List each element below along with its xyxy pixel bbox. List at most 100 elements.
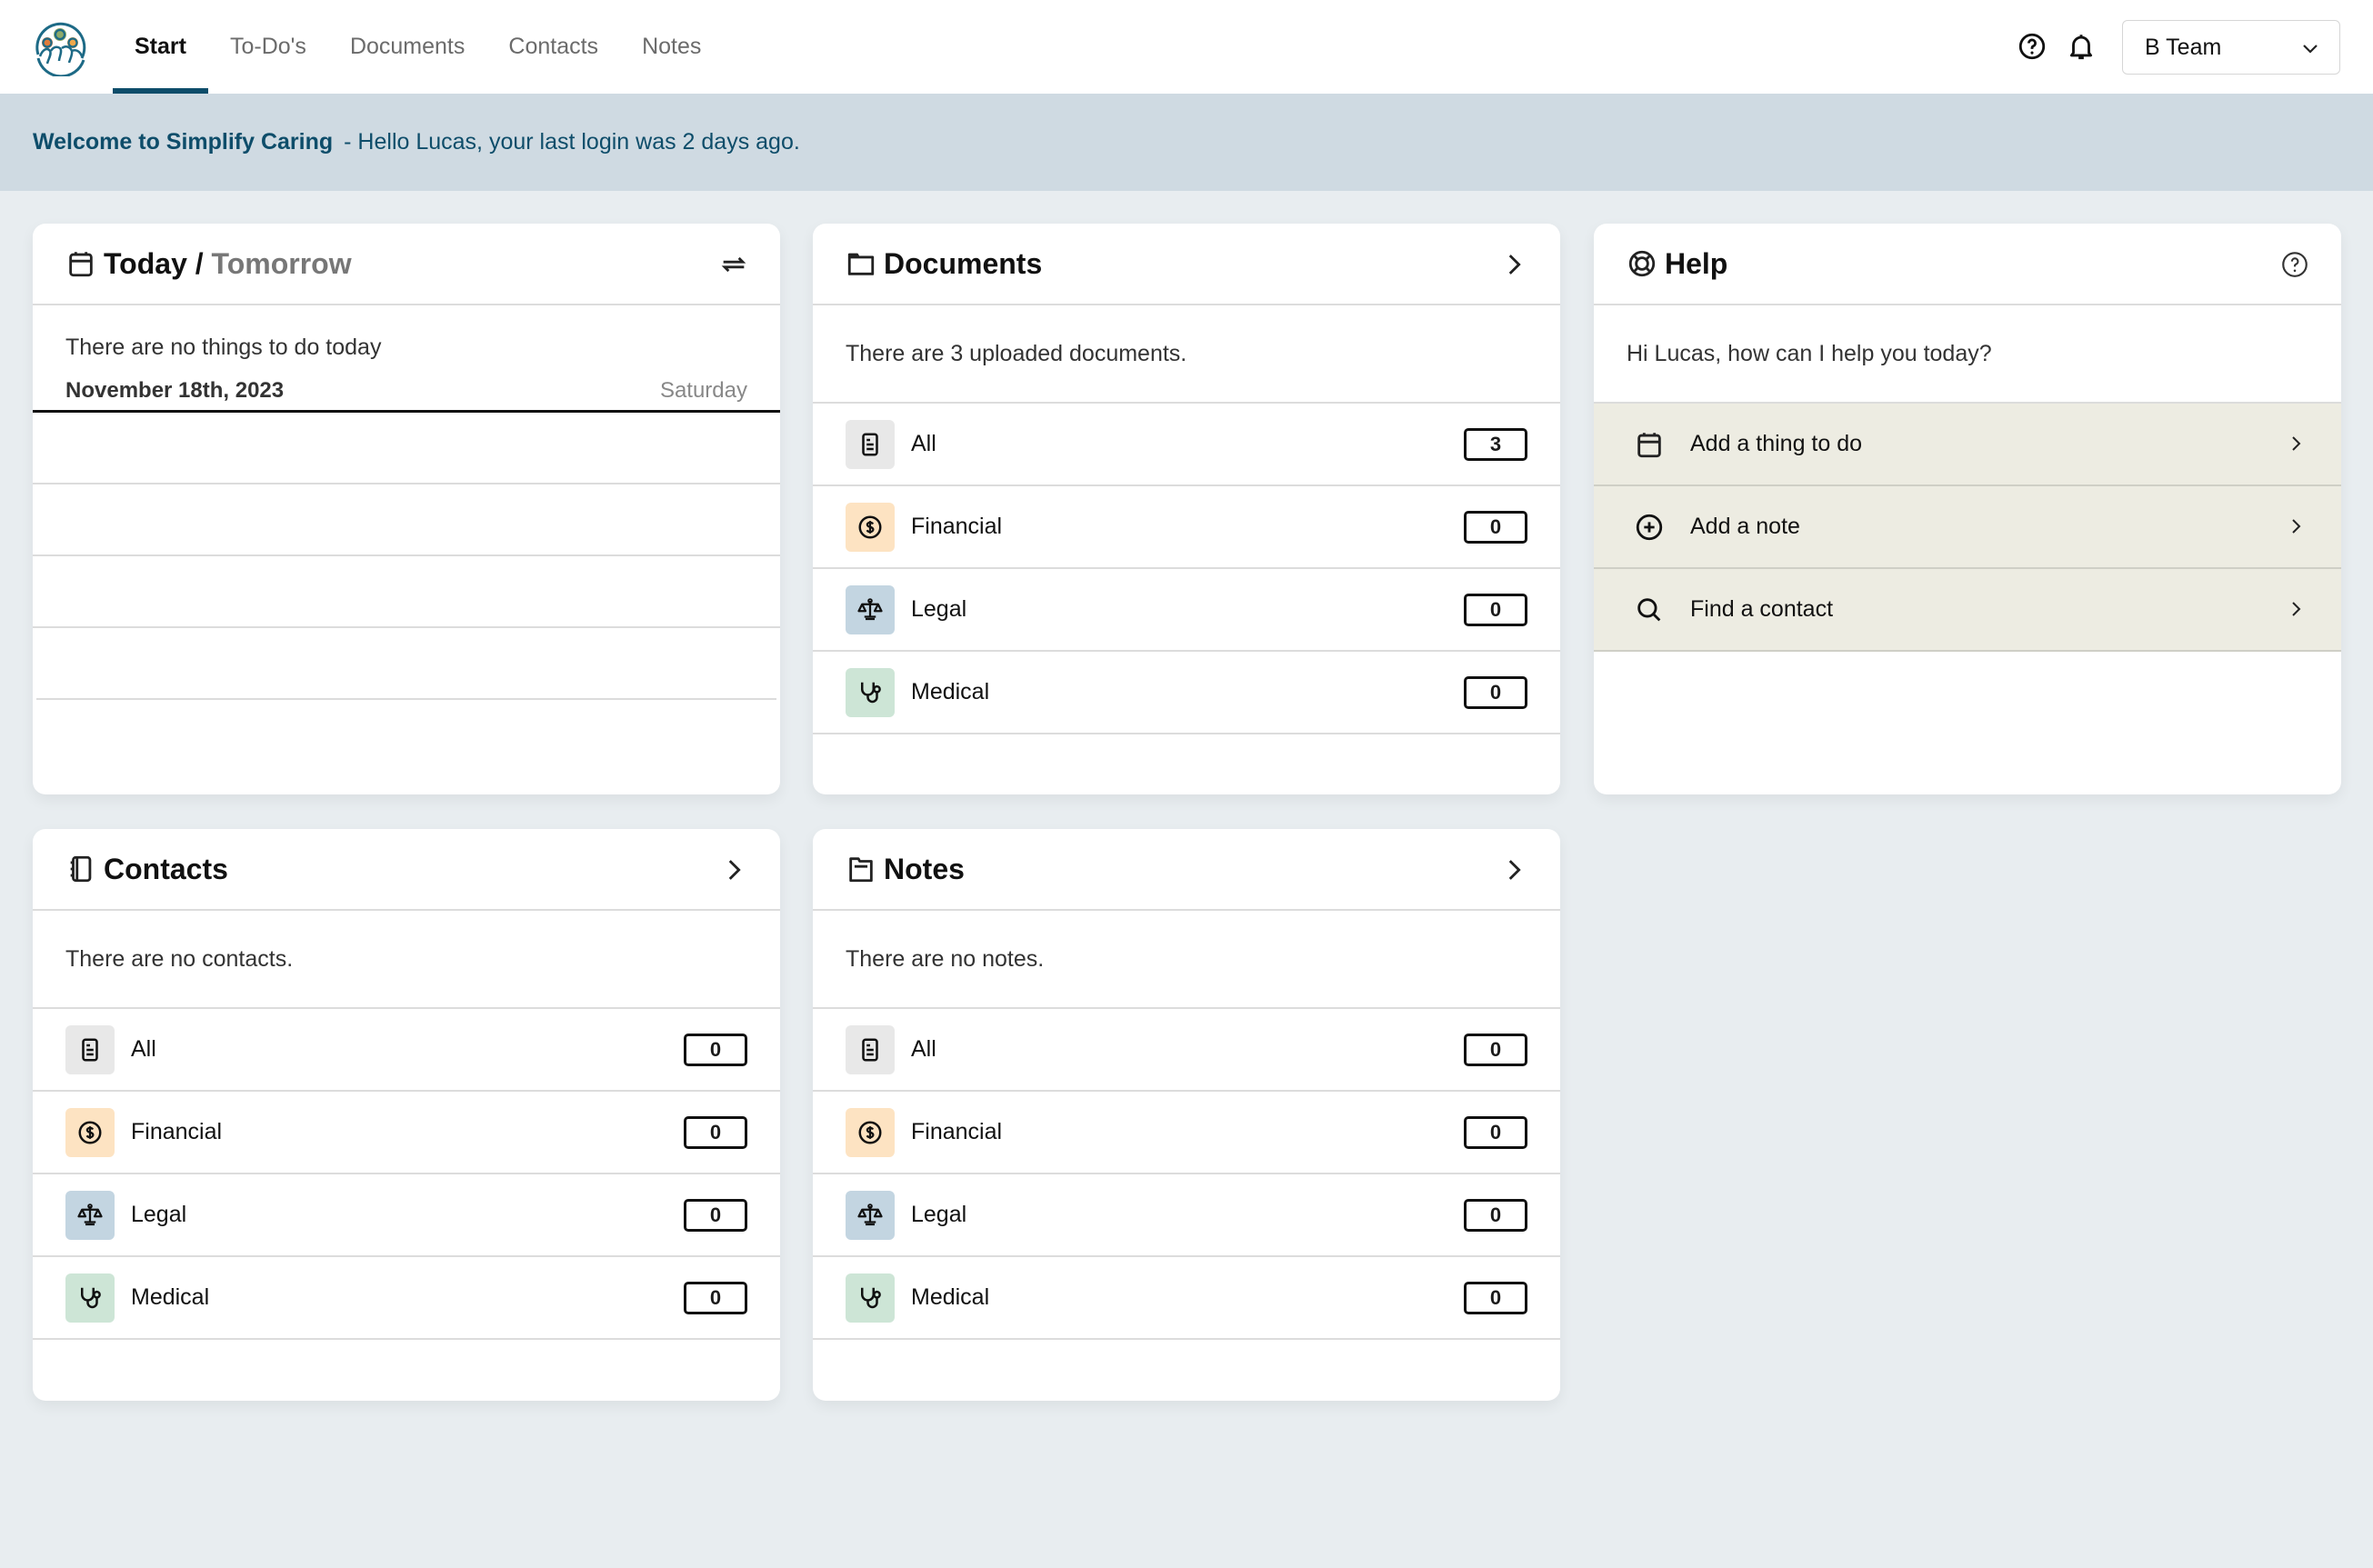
contacts-row-financial[interactable]: Financial 0 [33,1092,780,1174]
tile-financial [846,502,895,552]
nav-tab-notes[interactable]: Notes [620,0,723,94]
row-label: Medical [131,1284,210,1310]
nav-tab-documents[interactable]: Documents [328,0,486,94]
plus-circle-icon [1634,512,1665,543]
notes-card-header: Notes [813,829,1560,911]
contacts-row-medical[interactable]: Medical 0 [33,1257,780,1340]
tile-all [846,1024,895,1074]
count-badge: 0 [684,1116,747,1149]
team-select-value: B Team [2145,34,2222,60]
tile-legal [65,1190,115,1240]
tile-medical [846,667,895,717]
row-label: Financial [911,1119,1003,1144]
tile-legal [846,584,895,634]
row-label: All [911,1036,936,1062]
help-question-icon[interactable] [2279,249,2310,280]
help-card-title: Help [1665,246,1728,280]
row-label: Financial [911,514,1003,539]
chevron-right-icon [2285,598,2307,620]
count-badge: 0 [1464,1116,1527,1149]
document-icon [856,431,884,458]
help-action-add-note[interactable]: Add a note [1594,486,2341,569]
count-badge: 0 [684,1282,747,1314]
notes-row-all[interactable]: All 0 [813,1009,1560,1092]
chevron-right-icon [2285,515,2307,537]
stethoscope-icon [76,1284,104,1312]
tomorrow-label[interactable]: Tomorrow [212,247,352,280]
tile-all [846,419,895,469]
contacts-card-header: Contacts [33,829,780,911]
documents-row-all[interactable]: All 3 [813,404,1560,486]
today-label[interactable]: Today [104,247,187,280]
folder-icon [846,248,876,279]
count-badge: 0 [1464,1034,1527,1066]
notes-intro: There are no notes. [813,911,1560,1009]
row-label: Medical [911,1284,990,1310]
documents-row-legal[interactable]: Legal 0 [813,569,1560,652]
count-badge: 0 [1464,1282,1527,1314]
notes-row-medical[interactable]: Medical 0 [813,1257,1560,1340]
folder-note-icon [846,854,876,884]
count-badge: 0 [1464,676,1527,709]
chevron-right-icon[interactable] [1498,854,1529,885]
simplify-caring-logo-icon[interactable] [31,18,89,76]
count-badge: 0 [684,1034,747,1066]
welcome-message: - Hello Lucas, your last login was 2 day… [344,129,800,155]
nav-tab-todos[interactable]: To-Do's [208,0,328,94]
stethoscope-icon [856,1284,884,1312]
action-label: Find a contact [1690,596,1834,622]
notes-row-financial[interactable]: Financial 0 [813,1092,1560,1174]
documents-row-financial[interactable]: Financial 0 [813,486,1560,569]
welcome-title: Welcome to Simplify Caring [33,129,334,155]
dollar-circle-icon [856,514,884,541]
help-question-icon[interactable] [2017,31,2048,62]
row-label: Legal [131,1202,187,1227]
count-badge: 0 [1464,594,1527,626]
team-select-dropdown[interactable]: B Team [2122,20,2340,75]
chevron-right-icon[interactable] [1498,249,1529,280]
row-label: Legal [911,596,967,622]
contacts-row-all[interactable]: All 0 [33,1009,780,1092]
row-label: All [131,1036,156,1062]
lifebuoy-icon [1627,248,1657,279]
tile-all [65,1024,115,1074]
help-card: Help Hi Lucas, how can I help you today?… [1594,224,2341,794]
help-action-add-todo[interactable]: Add a thing to do [1594,404,2341,486]
documents-card: Documents There are 3 uploaded documents… [813,224,1560,794]
today-card-header: Today / Tomorrow [33,224,780,305]
nav-tab-contacts[interactable]: Contacts [486,0,620,94]
dollar-circle-icon [856,1119,884,1146]
welcome-banner: Welcome to Simplify Caring - Hello Lucas… [0,94,2373,191]
scale-icon [856,1202,884,1229]
tile-legal [846,1190,895,1240]
notes-card: Notes There are no notes. All 0 Financia… [813,829,1560,1401]
scale-icon [76,1202,104,1229]
dollar-circle-icon [76,1119,104,1146]
contacts-row-legal[interactable]: Legal 0 [33,1174,780,1257]
contacts-intro: There are no contacts. [33,911,780,1009]
main-nav: Start To-Do's Documents Contacts Notes [113,0,723,94]
document-icon [856,1036,884,1064]
swap-arrows-icon[interactable] [718,249,749,280]
date-label: November 18th, 2023 [65,377,285,403]
time-slot [36,628,776,700]
notes-row-legal[interactable]: Legal 0 [813,1174,1560,1257]
tile-financial [65,1107,115,1157]
tile-medical [65,1273,115,1323]
time-slot [33,484,780,556]
time-slot [33,556,780,628]
bell-icon[interactable] [2066,31,2097,62]
action-label: Add a note [1690,514,1800,539]
documents-row-medical[interactable]: Medical 0 [813,652,1560,734]
count-badge: 3 [1464,428,1527,461]
calendar-icon [65,248,96,279]
date-row: November 18th, 2023 Saturday [33,371,780,413]
help-card-header: Help [1594,224,2341,305]
documents-intro: There are 3 uploaded documents. [813,305,1560,404]
today-card-title: Today / Tomorrow [104,247,352,281]
help-action-find-contact[interactable]: Find a contact [1594,569,2341,652]
chevron-right-icon[interactable] [718,854,749,885]
nav-tab-start[interactable]: Start [113,0,208,94]
row-label: All [911,431,936,456]
stethoscope-icon [856,679,884,706]
